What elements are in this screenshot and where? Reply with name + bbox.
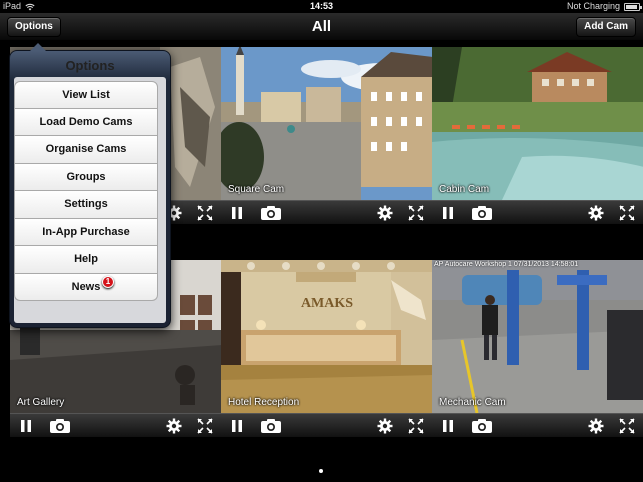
news-badge: 1 <box>102 275 114 288</box>
camera-name: Hotel Reception <box>228 397 300 408</box>
pause-icon[interactable] <box>16 417 36 435</box>
camera-controls <box>221 200 433 224</box>
menu-item-news[interactable]: News 1 <box>14 273 158 301</box>
camera-name: Square Cam <box>228 184 285 195</box>
camera-icon[interactable] <box>259 204 283 222</box>
gear-icon[interactable] <box>586 204 606 222</box>
camera-feed[interactable]: AMAKS Hotel Reception <box>221 260 433 413</box>
pause-icon[interactable] <box>438 417 458 435</box>
expand-icon[interactable] <box>195 204 215 222</box>
camera-tile[interactable]: Square Cam <box>221 47 433 238</box>
add-cam-button[interactable]: Add Cam <box>576 17 636 37</box>
camera-icon[interactable] <box>470 204 494 222</box>
expand-icon[interactable] <box>195 417 215 435</box>
options-menu: View List Load Demo Cams Organise Cams G… <box>14 81 158 301</box>
expand-icon[interactable] <box>406 417 426 435</box>
page-indicator[interactable] <box>319 469 323 473</box>
pause-icon[interactable] <box>227 417 247 435</box>
battery-status: Not Charging <box>566 1 620 11</box>
camera-controls <box>10 413 222 437</box>
camera-name: Cabin Cam <box>439 184 490 195</box>
camera-icon[interactable] <box>259 417 283 435</box>
camera-icon[interactable] <box>48 417 72 435</box>
menu-item-load-demo-cams[interactable]: Load Demo Cams <box>14 108 158 136</box>
pause-icon[interactable] <box>438 204 458 222</box>
camera-feed[interactable]: Square Cam <box>221 47 433 200</box>
popover-arrow <box>30 43 46 51</box>
camera-feed[interactable]: AP Autocare Workshop 1 07/31/2013 14:58:… <box>432 260 643 413</box>
expand-icon[interactable] <box>617 417 637 435</box>
camera-controls <box>221 413 433 437</box>
menu-item-groups[interactable]: Groups <box>14 163 158 191</box>
status-time: 14:53 <box>309 1 334 11</box>
menu-item-help[interactable]: Help <box>14 246 158 274</box>
menu-item-organise-cams[interactable]: Organise Cams <box>14 136 158 164</box>
expand-icon[interactable] <box>617 204 637 222</box>
pause-icon[interactable] <box>227 204 247 222</box>
camera-tile[interactable]: AP Autocare Workshop 1 07/31/2013 14:58:… <box>432 260 643 451</box>
expand-icon[interactable] <box>406 204 426 222</box>
status-bar: iPad 14:53 Not Charging <box>0 0 643 13</box>
gear-icon[interactable] <box>375 204 395 222</box>
nav-bar: All Options Add Cam <box>0 13 643 41</box>
camera-controls <box>432 200 643 224</box>
camera-tile[interactable]: Cabin Cam <box>432 47 643 238</box>
camera-controls <box>432 413 643 437</box>
menu-item-label: News <box>71 280 101 293</box>
hotel-sign: AMAKS <box>301 296 353 311</box>
camera-name: Mechanic Cam <box>439 397 506 408</box>
battery-icon <box>624 2 642 11</box>
menu-item-settings[interactable]: Settings <box>14 191 158 219</box>
camera-name: Art Gallery <box>17 397 65 408</box>
gear-icon[interactable] <box>586 417 606 435</box>
gear-icon[interactable] <box>375 417 395 435</box>
camera-icon[interactable] <box>470 417 494 435</box>
camera-feed[interactable]: Cabin Cam <box>432 47 643 200</box>
popover-title: Options <box>65 58 115 73</box>
menu-item-view-list[interactable]: View List <box>14 81 158 109</box>
camera-overlay-text: AP Autocare Workshop 1 07/31/2013 14:58:… <box>434 261 579 268</box>
page-title: All <box>311 18 332 35</box>
gear-icon[interactable] <box>164 417 184 435</box>
options-popover: Options View List Load Demo Cams Organis… <box>9 43 171 328</box>
options-button[interactable]: Options <box>7 17 61 37</box>
camera-tile[interactable]: AMAKS Hotel Reception <box>221 260 433 451</box>
menu-item-in-app-purchase[interactable]: In-App Purchase <box>14 218 158 246</box>
